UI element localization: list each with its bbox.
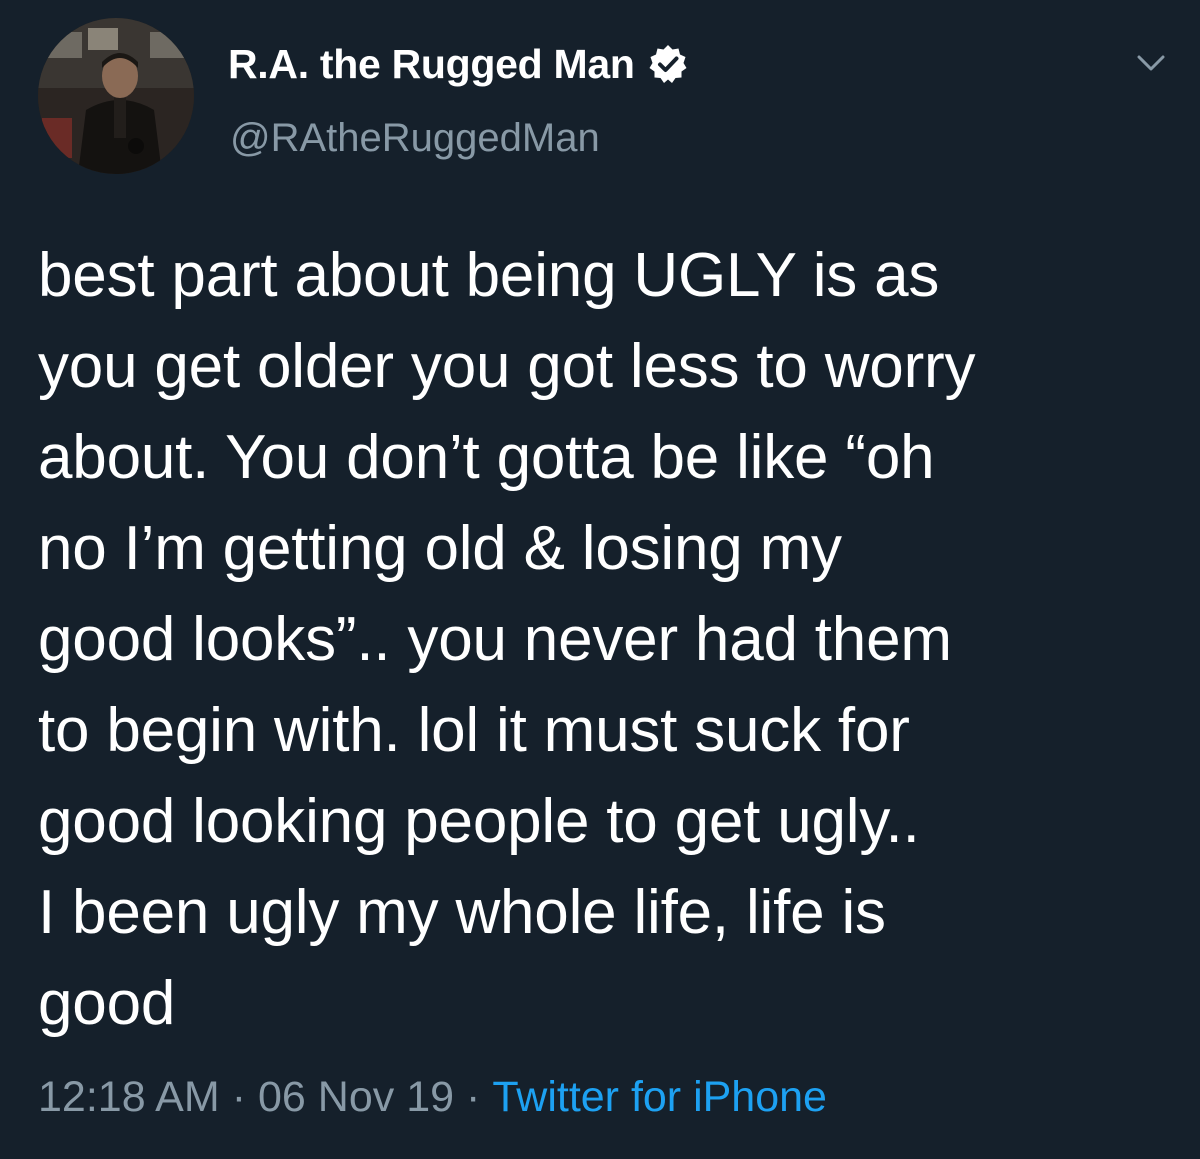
tweet-card: R.A. the Rugged Man @RAtheRuggedMan best… [0, 0, 1200, 1159]
tweet-source-link[interactable]: Twitter for iPhone [492, 1073, 827, 1122]
tweet-text: best part about being UGLY is as you get… [38, 241, 976, 1038]
tweet-time[interactable]: 12:18 AM [38, 1073, 220, 1122]
chevron-down-icon[interactable] [1133, 48, 1169, 78]
user-handle[interactable]: @RAtheRuggedMan [230, 116, 600, 161]
avatar[interactable] [38, 18, 194, 174]
tweet-date[interactable]: 06 Nov 19 [258, 1073, 454, 1122]
author-name-row[interactable]: R.A. the Rugged Man [228, 38, 689, 90]
avatar-image [38, 18, 194, 174]
verified-badge-icon [647, 43, 689, 85]
meta-separator: · [231, 1073, 247, 1121]
tweet-meta: 12:18 AM · 06 Nov 19 · Twitter for iPhon… [38, 1073, 827, 1122]
display-name[interactable]: R.A. the Rugged Man [228, 41, 635, 88]
meta-separator: · [466, 1073, 481, 1121]
